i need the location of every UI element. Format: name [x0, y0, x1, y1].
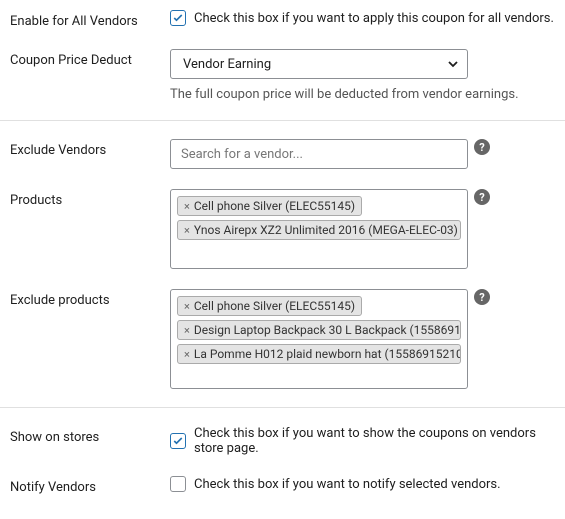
row-notify-vendors: Notify Vendors Check this box if you wan… — [0, 466, 565, 505]
product-tag[interactable]: × Cell phone Silver (ELEC55145) — [177, 196, 362, 216]
input-exclude-vendors-placeholder: Search for a vendor... — [181, 147, 303, 162]
tagbox-exclude-products[interactable]: × Cell phone Silver (ELEC55145) × Design… — [170, 289, 468, 389]
product-tag-label: La Pomme H012 plaid newborn hat (1558691… — [194, 347, 461, 361]
label-notify-vendors: Notify Vendors — [10, 476, 170, 495]
help-icon[interactable]: ? — [474, 189, 490, 205]
select-coupon-deduct[interactable]: Vendor Earning — [170, 49, 468, 79]
product-tag-label: Cell phone Silver (ELEC55145) — [194, 299, 355, 313]
help-icon[interactable]: ? — [474, 139, 490, 155]
checkbox-show-on-stores[interactable] — [170, 433, 186, 449]
label-exclude-vendors: Exclude Vendors — [10, 139, 170, 158]
row-exclude-vendors: Exclude Vendors Search for a vendor... ? — [0, 129, 565, 179]
product-tag-label: Design Laptop Backpack 30 L Backpack (15… — [194, 323, 461, 337]
checkbox-show-on-stores-text: Check this box if you want to show the c… — [194, 426, 555, 456]
product-tag-label: Ynos Airepx XZ2 Unlimited 2016 (MEGA-ELE… — [194, 223, 458, 237]
checkbox-enable-all[interactable] — [170, 10, 186, 26]
chevron-down-icon — [447, 58, 459, 70]
row-products: Products × Cell phone Silver (ELEC55145)… — [0, 179, 565, 279]
product-tag[interactable]: × La Pomme H012 plaid newborn hat (15586… — [177, 344, 461, 364]
help-icon[interactable]: ? — [474, 289, 490, 305]
label-coupon-deduct: Coupon Price Deduct — [10, 49, 170, 68]
close-icon[interactable]: × — [184, 349, 190, 360]
close-icon[interactable]: × — [184, 201, 190, 212]
check-icon — [172, 435, 184, 447]
product-tag[interactable]: × Cell phone Silver (ELEC55145) — [177, 296, 362, 316]
close-icon[interactable]: × — [184, 225, 190, 236]
divider — [0, 120, 565, 121]
helper-coupon-deduct: The full coupon price will be deducted f… — [170, 87, 555, 102]
row-enable-all-vendors: Enable for All Vendors Check this box if… — [0, 0, 565, 39]
close-icon[interactable]: × — [184, 325, 190, 336]
row-show-on-stores: Show on stores Check this box if you wan… — [0, 416, 565, 466]
checkbox-enable-all-text: Check this box if you want to apply this… — [194, 11, 554, 26]
product-tag[interactable]: × Design Laptop Backpack 30 L Backpack (… — [177, 320, 461, 340]
label-show-on-stores: Show on stores — [10, 426, 170, 445]
label-exclude-products: Exclude products — [10, 289, 170, 308]
checkbox-notify-vendors-text: Check this box if you want to notify sel… — [194, 477, 501, 492]
tagbox-products[interactable]: × Cell phone Silver (ELEC55145) × Ynos A… — [170, 189, 468, 269]
row-coupon-deduct: Coupon Price Deduct Vendor Earning The f… — [0, 39, 565, 112]
label-enable-all: Enable for All Vendors — [10, 10, 170, 29]
product-tag[interactable]: × Ynos Airepx XZ2 Unlimited 2016 (MEGA-E… — [177, 220, 461, 240]
check-icon — [172, 12, 184, 24]
product-tag-label: Cell phone Silver (ELEC55145) — [194, 199, 355, 213]
input-exclude-vendors[interactable]: Search for a vendor... — [170, 139, 468, 169]
divider — [0, 407, 565, 408]
row-exclude-products: Exclude products × Cell phone Silver (EL… — [0, 279, 565, 399]
checkbox-notify-vendors[interactable] — [170, 476, 186, 492]
select-coupon-deduct-value: Vendor Earning — [183, 57, 271, 72]
close-icon[interactable]: × — [184, 301, 190, 312]
label-products: Products — [10, 189, 170, 208]
